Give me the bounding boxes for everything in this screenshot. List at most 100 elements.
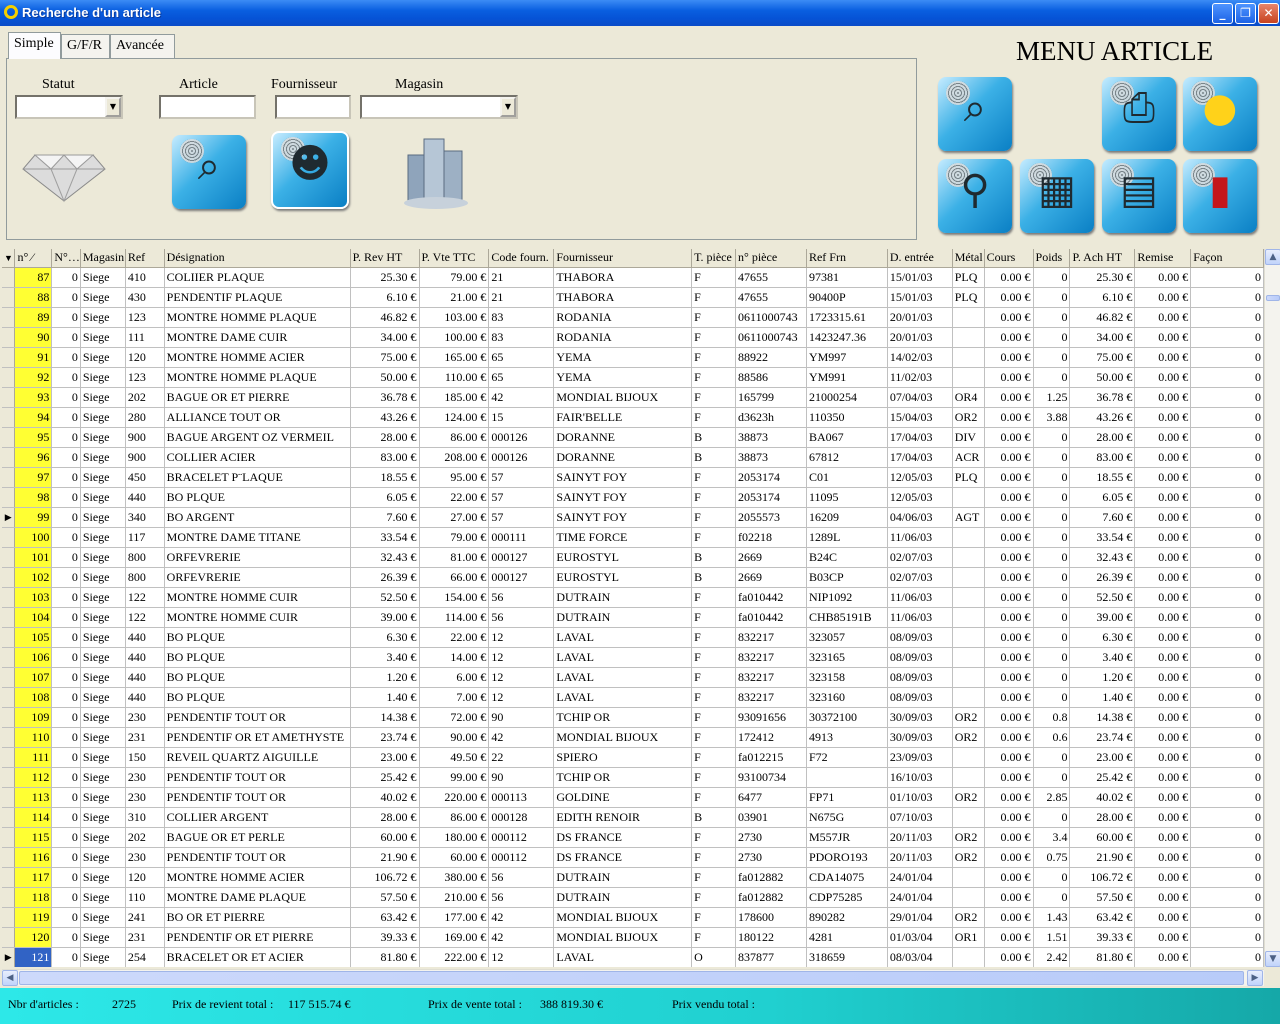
column-header[interactable]: T. pièce <box>691 249 737 268</box>
table-cell[interactable]: FAIR'BELLE <box>553 407 693 428</box>
table-cell[interactable]: 90.00 € <box>419 727 490 748</box>
table-cell[interactable]: 0.00 € <box>984 867 1034 888</box>
table-cell[interactable]: OR2 <box>952 847 985 868</box>
row-selector[interactable]: ▶ <box>2 507 16 528</box>
table-cell[interactable]: 6.05 € <box>1069 487 1136 508</box>
table-row[interactable]: 101 0 Siege 800 ORFEVRERIE 32.43 €81.00 €0001… <box>2 547 1264 568</box>
table-cell[interactable]: F <box>691 487 737 508</box>
table-cell[interactable]: 21.90 € <box>1069 847 1136 868</box>
table-cell[interactable]: 66.00 € <box>419 567 490 588</box>
table-cell[interactable]: DUTRAIN <box>553 607 693 628</box>
table-row[interactable]: 109 0 Siege 230 PENDENTIF TOUT OR 14.38 €72.0… <box>2 707 1264 728</box>
maximize-button[interactable]: ❐ <box>1235 3 1256 24</box>
table-cell[interactable]: 0.00 € <box>984 887 1034 908</box>
table-cell[interactable]: 0.00 € <box>1134 607 1192 628</box>
table-cell[interactable]: 56 <box>488 887 555 908</box>
table-cell[interactable]: 104 <box>14 607 53 628</box>
table-cell[interactable]: 0 <box>51 687 81 708</box>
table-cell[interactable]: 0.00 € <box>1134 747 1192 768</box>
table-row[interactable]: 93 0 Siege 202 BAGUE OR ET PIERRE 36.78 €185.… <box>2 387 1264 408</box>
table-cell[interactable]: 36.78 € <box>1069 387 1136 408</box>
table-cell[interactable]: 000112 <box>488 847 555 868</box>
table-cell[interactable]: 2669 <box>735 567 807 588</box>
table-cell[interactable]: F <box>691 727 737 748</box>
table-cell[interactable]: 1423247.36 <box>806 327 888 348</box>
table-cell[interactable]: 23/09/03 <box>887 747 953 768</box>
table-cell[interactable]: 0.00 € <box>984 287 1034 308</box>
table-cell[interactable]: B <box>691 567 737 588</box>
table-cell[interactable]: 43.26 € <box>1069 407 1136 428</box>
table-cell[interactable]: 46.82 € <box>1069 307 1136 328</box>
table-cell[interactable]: 122 <box>125 607 165 628</box>
table-cell[interactable]: TCHIP OR <box>553 767 693 788</box>
table-cell[interactable]: 0 <box>1190 347 1264 368</box>
table-cell[interactable]: 6.00 € <box>419 667 490 688</box>
table-cell[interactable]: 0 <box>1190 507 1264 528</box>
table-cell[interactable]: 000113 <box>488 787 555 808</box>
table-row[interactable]: 106 0 Siege 440 BO PLQUE 3.40 €14.00 €12 LAVAL… <box>2 647 1264 668</box>
table-cell[interactable]: 4913 <box>806 727 888 748</box>
table-cell[interactable]: F <box>691 827 737 848</box>
table-cell[interactable]: 0 <box>51 547 81 568</box>
table-cell[interactable]: 230 <box>125 767 165 788</box>
table-cell[interactable]: 0.00 € <box>984 767 1034 788</box>
table-cell[interactable]: 0 <box>1033 267 1071 288</box>
table-cell[interactable]: 0.00 € <box>984 447 1034 468</box>
row-selector[interactable] <box>2 787 16 808</box>
table-cell[interactable]: 0 <box>51 307 81 328</box>
table-cell[interactable]: C01 <box>806 467 888 488</box>
table-cell[interactable]: 0.00 € <box>1134 947 1192 967</box>
table-cell[interactable]: F <box>691 927 737 948</box>
table-cell[interactable]: PENDENTIF PLAQUE <box>164 287 351 308</box>
table-cell[interactable]: 0 <box>1033 487 1071 508</box>
table-cell[interactable]: F <box>691 267 737 288</box>
table-row[interactable]: 98 0 Siege 440 BO PLQUE 6.05 €22.00 €57 SAINYT… <box>2 487 1264 508</box>
table-cell[interactable]: BO PLQUE <box>164 487 351 508</box>
table-row[interactable]: 90 0 Siege 111 MONTRE DAME CUIR 34.00 €100.00… <box>2 327 1264 348</box>
table-cell[interactable]: 0.00 € <box>1134 387 1192 408</box>
table-cell[interactable]: 120 <box>125 867 165 888</box>
table-cell[interactable]: 0 <box>1033 867 1071 888</box>
table-cell[interactable]: 0 <box>1190 287 1264 308</box>
table-cell[interactable]: 6.05 € <box>350 487 420 508</box>
table-cell[interactable]: 40.02 € <box>350 787 420 808</box>
table-cell[interactable]: 121 <box>14 947 53 967</box>
table-cell[interactable]: RODANIA <box>553 307 693 328</box>
table-row[interactable]: 88 0 Siege 430 PENDENTIF PLAQUE 6.10 €21.00 €… <box>2 287 1264 308</box>
table-cell[interactable]: 08/09/03 <box>887 627 953 648</box>
table-cell[interactable]: d3623h <box>735 407 807 428</box>
table-cell[interactable]: 0611000743 <box>735 307 807 328</box>
table-cell[interactable]: GOLDINE <box>553 787 693 808</box>
column-header[interactable]: Magasin <box>80 249 126 268</box>
column-header[interactable]: Cours <box>984 249 1034 268</box>
table-row[interactable]: 96 0 Siege 900 COLLIER ACIER 83.00 €208.00 €0… <box>2 447 1264 468</box>
table-cell[interactable] <box>952 587 985 608</box>
table-cell[interactable]: OR1 <box>952 927 985 948</box>
table-cell[interactable]: F <box>691 327 737 348</box>
table-cell[interactable]: 0 <box>1190 707 1264 728</box>
table-cell[interactable]: 7.00 € <box>419 687 490 708</box>
table-cell[interactable]: 28.00 € <box>350 807 420 828</box>
table-row[interactable]: 95 0 Siege 900 BAGUE ARGENT OZ VERMEIL 28.00 … <box>2 427 1264 448</box>
table-cell[interactable]: F <box>691 847 737 868</box>
table-cell[interactable]: 92 <box>14 367 53 388</box>
table-cell[interactable]: 42 <box>488 907 555 928</box>
table-cell[interactable]: 88922 <box>735 347 807 368</box>
table-cell[interactable]: 83 <box>488 327 555 348</box>
table-cell[interactable]: 0.00 € <box>1134 867 1192 888</box>
table-cell[interactable]: 81.80 € <box>1069 947 1136 967</box>
column-header[interactable]: Ref Frn <box>806 249 888 268</box>
table-cell[interactable]: 30/09/03 <box>887 707 953 728</box>
article-input[interactable] <box>159 95 256 119</box>
table-cell[interactable]: 0.00 € <box>984 707 1034 728</box>
table-row[interactable]: 120 0 Siege 231 PENDENTIF OR ET PIERRE 39.33 … <box>2 927 1264 948</box>
table-cell[interactable]: 20/11/03 <box>887 847 953 868</box>
table-cell[interactable]: SPIERO <box>553 747 693 768</box>
column-header[interactable]: P. Ach HT <box>1069 249 1136 268</box>
table-cell[interactable] <box>952 947 985 967</box>
table-cell[interactable]: 0.00 € <box>1134 927 1192 948</box>
table-row[interactable]: 107 0 Siege 440 BO PLQUE 1.20 €6.00 €12 LAVAL F… <box>2 667 1264 688</box>
table-cell[interactable]: 000128 <box>488 807 555 828</box>
table-cell[interactable]: 323165 <box>806 647 888 668</box>
table-cell[interactable]: 0 <box>1190 767 1264 788</box>
